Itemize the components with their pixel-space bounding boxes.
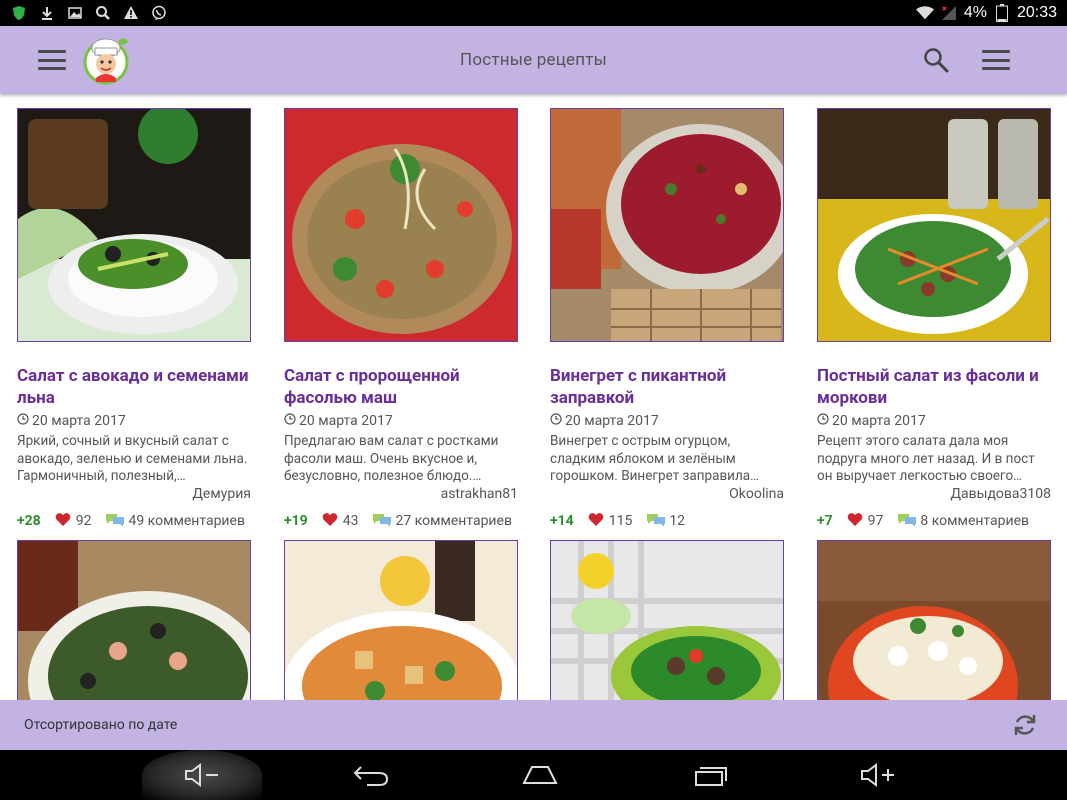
recipe-date-text: 20 марта 2017 <box>565 413 659 429</box>
recipe-date-text: 20 марта 2017 <box>299 413 393 429</box>
likes[interactable]: 97 <box>847 512 884 531</box>
recipe-rating: +28 <box>17 513 41 529</box>
recipe-author[interactable]: astrakhan81 <box>441 486 518 502</box>
heart-icon <box>588 512 604 531</box>
comments-count: 27 комментариев <box>395 513 512 529</box>
likes-count: 43 <box>342 513 359 529</box>
clock-icon <box>550 413 562 429</box>
recipe-stats: +28 92 49 комментариев <box>17 511 245 531</box>
home-icon[interactable] <box>510 750 570 800</box>
volume-down-icon[interactable] <box>172 750 232 800</box>
recipe-stats: +19 43 27 комментариев <box>284 511 512 531</box>
refresh-icon[interactable] <box>1011 711 1039 739</box>
recipe-author[interactable]: Давыдова3108 <box>950 486 1051 502</box>
recipe-date: 20 марта 2017 <box>17 413 126 429</box>
download-icon <box>38 4 56 22</box>
warning-icon <box>122 4 140 22</box>
recipe-image[interactable] <box>284 540 518 700</box>
comments-count: 8 комментариев <box>920 513 1030 529</box>
recipe-rating: +7 <box>817 513 833 529</box>
recipe-description: Винегрет с острым огурцом, сладким яблок… <box>550 433 760 484</box>
comments[interactable]: 27 комментариев <box>372 511 512 531</box>
sort-label[interactable]: Отсортировано по дате <box>24 717 177 733</box>
volume-up-icon[interactable] <box>848 750 908 800</box>
recipe-author[interactable]: Демурия <box>192 486 251 502</box>
likes-count: 115 <box>608 513 633 529</box>
likes-count: 97 <box>867 513 884 529</box>
battery-percent: 4% <box>963 4 987 21</box>
recipe-title[interactable]: Салат с пророщенной фасолью маш <box>284 365 534 409</box>
recipe-rating: +19 <box>284 513 308 529</box>
recipe-stats: +14 115 12 <box>550 511 685 531</box>
comments-icon <box>105 511 125 531</box>
recipe-stats: +7 97 8 комментариев <box>817 511 1029 531</box>
comments-count: 49 комментариев <box>128 513 245 529</box>
status-bar: 4% 20:33 <box>0 0 1067 26</box>
comments-icon <box>897 511 917 531</box>
recipe-image[interactable] <box>817 108 1051 342</box>
wifi-icon <box>915 4 934 22</box>
recipe-rating: +14 <box>550 513 574 529</box>
likes-count: 92 <box>75 513 92 529</box>
comments[interactable]: 12 <box>646 511 685 531</box>
recipe-title[interactable]: Постный салат из фасоли и моркови <box>817 365 1067 409</box>
clock-icon <box>284 413 296 429</box>
sort-bar: Отсортировано по дате <box>0 700 1067 750</box>
recipe-date: 20 марта 2017 <box>550 413 659 429</box>
hamburger-icon[interactable] <box>38 50 66 70</box>
recipe-image[interactable] <box>17 108 251 342</box>
signal-icon <box>940 4 958 22</box>
recipe-description: Рецепт этого салата дала моя подруга мно… <box>817 433 1035 484</box>
menu-icon[interactable] <box>982 50 1010 70</box>
chef-logo[interactable] <box>82 34 130 86</box>
likes[interactable]: 43 <box>322 512 359 531</box>
back-icon[interactable] <box>341 750 401 800</box>
search-icon[interactable] <box>922 46 950 74</box>
comments-icon <box>372 511 392 531</box>
search-icon <box>94 4 112 22</box>
recipe-date-text: 20 марта 2017 <box>832 413 926 429</box>
recipe-description: Предлагаю вам салат с ростками фасоли ма… <box>284 433 499 484</box>
comments-icon <box>646 511 666 531</box>
recipe-image[interactable] <box>284 108 518 342</box>
heart-icon <box>55 512 71 531</box>
app-bar: Постные рецепты <box>0 26 1067 94</box>
comments[interactable]: 8 комментариев <box>897 511 1029 531</box>
recipe-description: Яркий, сочный и вкусный салат с авокадо,… <box>17 433 248 484</box>
likes[interactable]: 115 <box>588 512 633 531</box>
comments-count: 12 <box>669 513 686 529</box>
recipe-image[interactable] <box>550 540 784 700</box>
battery-icon <box>993 4 1011 22</box>
recipe-grid: Салат с авокадо и семенами льна 20 марта… <box>0 94 1067 700</box>
recipe-date-text: 20 марта 2017 <box>32 413 126 429</box>
clock: 20:33 <box>1016 4 1057 21</box>
clock-icon <box>17 413 29 429</box>
likes[interactable]: 92 <box>55 512 92 531</box>
heart-icon <box>847 512 863 531</box>
heart-icon <box>322 512 338 531</box>
recipe-image[interactable] <box>17 540 251 700</box>
clock-icon <box>817 413 829 429</box>
recipe-image[interactable] <box>817 540 1051 700</box>
viber-icon <box>150 4 168 22</box>
recipe-title[interactable]: Салат с авокадо и семенами льна <box>17 365 267 409</box>
recents-icon[interactable] <box>680 750 740 800</box>
image-icon <box>66 4 84 22</box>
recipe-title[interactable]: Винегрет с пикантной заправкой <box>550 365 800 409</box>
recipe-date: 20 марта 2017 <box>817 413 926 429</box>
comments[interactable]: 49 комментариев <box>105 511 245 531</box>
recipe-image[interactable] <box>550 108 784 342</box>
recipe-author[interactable]: Okoolina <box>729 486 784 502</box>
recipe-date: 20 марта 2017 <box>284 413 393 429</box>
page-title: Постные рецепты <box>460 50 607 70</box>
shield-icon <box>10 4 28 22</box>
